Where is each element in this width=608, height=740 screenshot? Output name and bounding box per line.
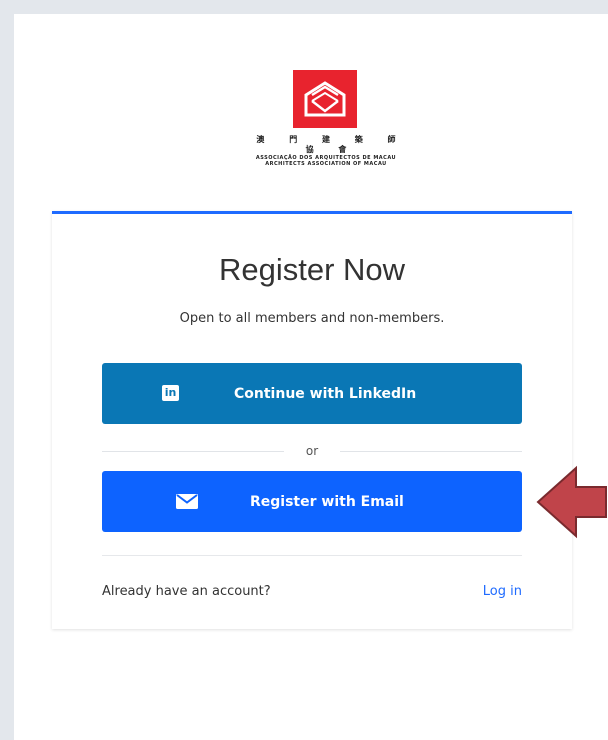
divider-line	[102, 450, 284, 452]
account-prompt: Already have an account?	[102, 584, 271, 599]
logo-chinese-name: 澳 門 建 築 師 協 會	[256, 135, 407, 154]
register-card: Register Now Open to all members and non…	[52, 211, 572, 629]
logo-english-name: ARCHITECTS ASSOCIATION OF MACAU	[265, 161, 387, 167]
page-title: Register Now	[218, 252, 406, 287]
association-logo	[293, 70, 357, 128]
page-subtitle: Open to all members and non-members.	[179, 311, 445, 326]
continue-with-linkedin-button[interactable]: in Continue with LinkedIn	[102, 363, 522, 424]
linkedin-button-label: Continue with LinkedIn	[234, 385, 417, 402]
login-link[interactable]: Log in	[483, 584, 522, 599]
footer-divider	[102, 555, 522, 556]
or-divider: or	[102, 444, 522, 458]
or-text: or	[305, 444, 319, 458]
house-logo-icon	[304, 81, 346, 117]
register-with-email-button[interactable]: Register with Email	[102, 471, 522, 532]
logo-text: 澳 門 建 築 師 協 會 ASSOCIAÇÃO DOS ARQUITECTOS…	[236, 135, 416, 167]
divider-line	[340, 450, 522, 452]
arrow-left-icon	[536, 465, 607, 539]
email-button-label: Register with Email	[250, 493, 404, 510]
